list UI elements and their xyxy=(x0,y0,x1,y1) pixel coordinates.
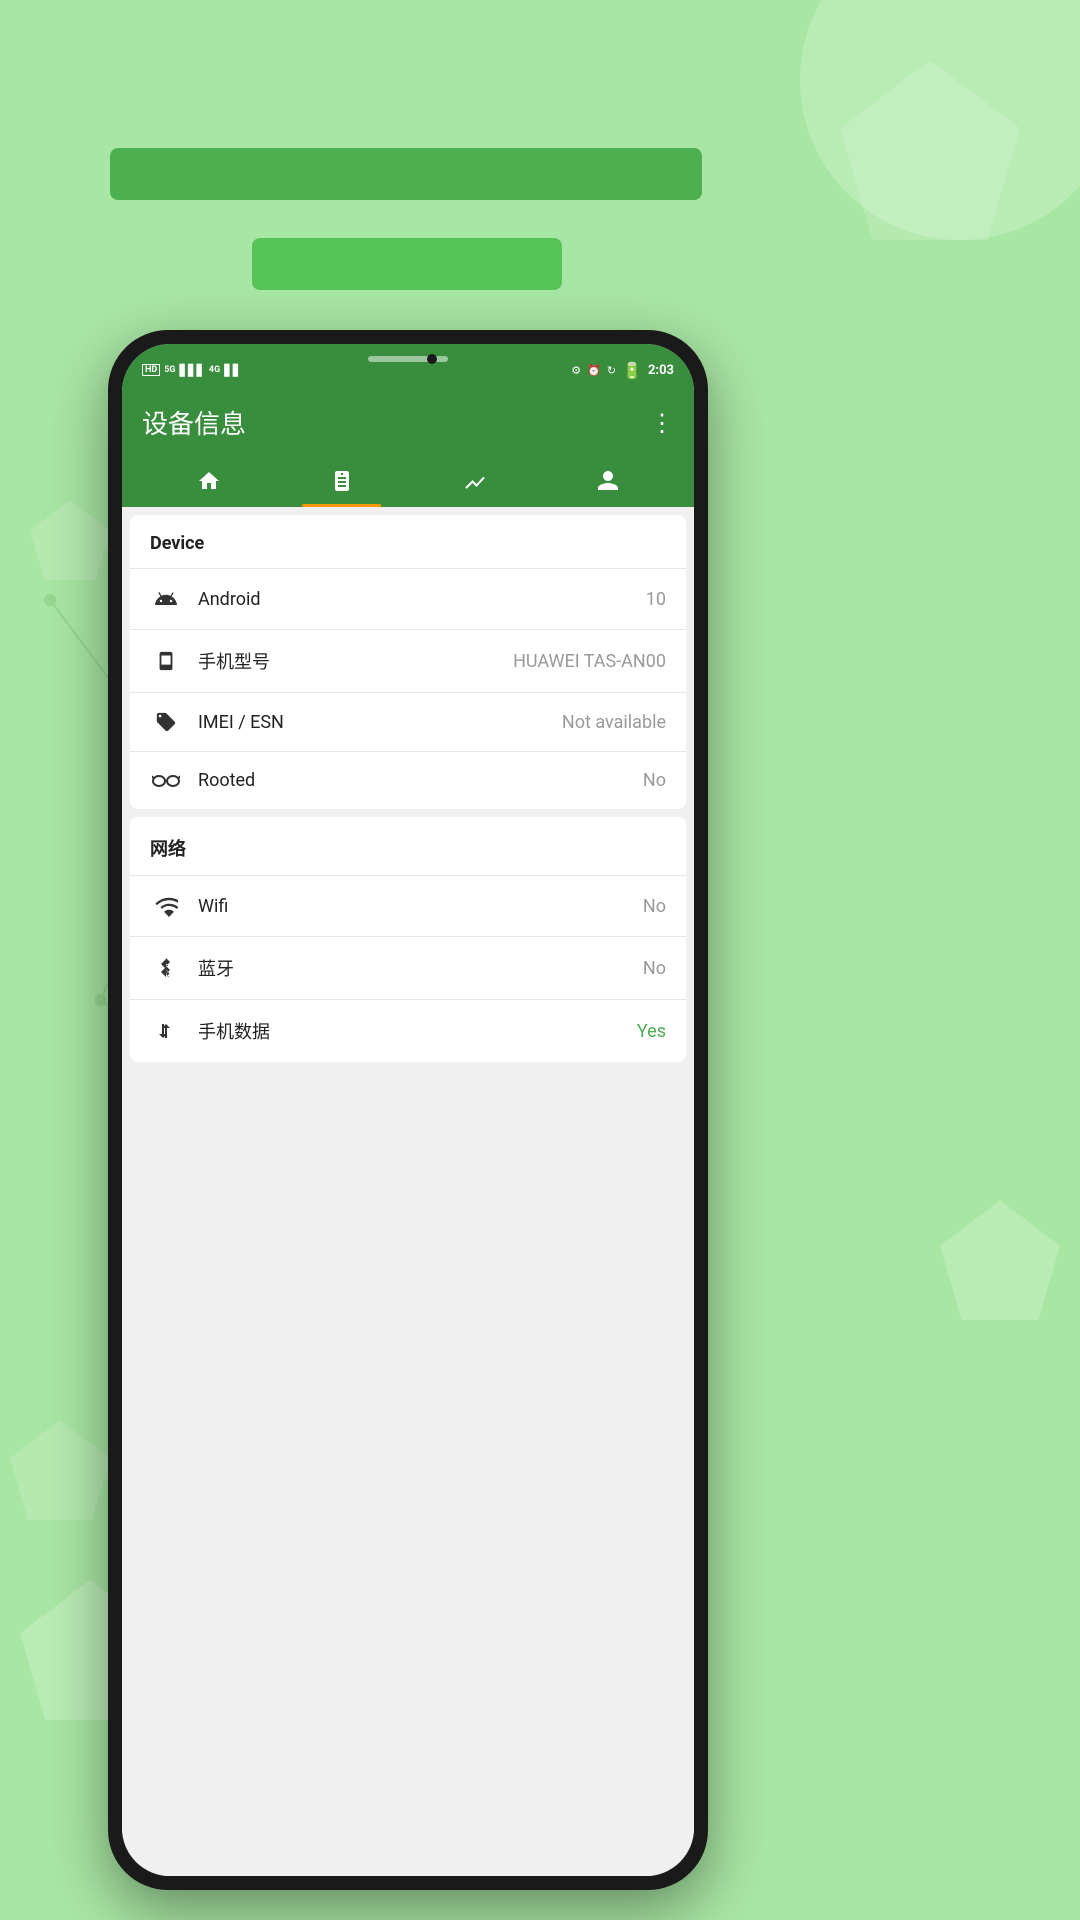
phone-screen: HD 5G ▋▋▋ 4G ▋▋ ⚙ ⏰ ↻ 🔋 2:03 设备信息 ⋮ xyxy=(122,344,694,1876)
android-label: Android xyxy=(198,589,646,610)
android-row: Android 10 xyxy=(130,568,686,629)
app-title-row: 设备信息 ⋮ xyxy=(142,404,674,441)
wifi-icon xyxy=(150,894,182,918)
person-icon xyxy=(596,469,620,499)
rooted-row: Rooted No xyxy=(130,751,686,809)
tab-home[interactable] xyxy=(142,457,275,507)
bluetooth-value: No xyxy=(643,958,666,979)
device-section-header: Device xyxy=(130,515,686,568)
wifi-row: Wifi No xyxy=(130,875,686,936)
status-bar: HD 5G ▋▋▋ 4G ▋▋ ⚙ ⏰ ↻ 🔋 2:03 xyxy=(122,344,694,388)
network-section-header: 网络 xyxy=(130,817,686,875)
tab-chart[interactable] xyxy=(408,457,541,507)
status-right: ⚙ ⏰ ↻ 🔋 2:03 xyxy=(571,353,674,380)
mobile-data-label: 手机数据 xyxy=(198,1018,637,1044)
app-header: 设备信息 ⋮ xyxy=(122,388,694,507)
more-menu-icon[interactable]: ⋮ xyxy=(650,409,674,437)
wifi-label: Wifi xyxy=(198,896,643,917)
bluetooth-row: 蓝牙 No xyxy=(130,936,686,999)
android-icon xyxy=(150,587,182,611)
battery-icon: 🔋 xyxy=(622,361,642,380)
imei-row: IMEI / ESN Not available xyxy=(130,692,686,751)
wifi-value: No xyxy=(643,896,666,917)
tab-bar xyxy=(142,457,674,507)
phone-tab-icon xyxy=(330,469,354,499)
top-bar-2 xyxy=(252,238,562,290)
tag-icon xyxy=(150,711,182,733)
status-left: HD 5G ▋▋▋ 4G ▋▋ xyxy=(142,356,241,377)
android-value: 10 xyxy=(646,589,666,610)
rooted-label: Rooted xyxy=(198,770,643,791)
tab-person[interactable] xyxy=(541,457,674,507)
chart-icon xyxy=(463,469,487,499)
rooted-value: No xyxy=(643,770,666,791)
model-value: HUAWEI TAS-AN00 xyxy=(513,651,666,672)
bluetooth-icon xyxy=(150,956,182,980)
app-title: 设备信息 xyxy=(142,404,246,441)
model-label: 手机型号 xyxy=(198,648,513,674)
mobile-data-icon xyxy=(150,1019,182,1043)
status-time: 2:03 xyxy=(648,363,674,378)
model-row: 手机型号 HUAWEI TAS-AN00 xyxy=(130,629,686,692)
camera-dot xyxy=(427,354,437,364)
network-4g: 4G xyxy=(209,365,220,375)
sync-icon: ↻ xyxy=(607,364,616,377)
imei-label: IMEI / ESN xyxy=(198,712,562,733)
alarm-icon: ⏰ xyxy=(587,364,601,377)
top-bar-1 xyxy=(110,148,702,200)
home-icon xyxy=(197,469,221,499)
phone-model-icon xyxy=(150,650,182,672)
network-section: 网络 Wifi No xyxy=(130,817,686,1062)
bluetooth-label: 蓝牙 xyxy=(198,955,643,981)
mobile-data-value: Yes xyxy=(637,1021,666,1042)
settings-status-icon: ⚙ xyxy=(571,364,581,377)
tab-phone[interactable] xyxy=(275,457,408,507)
phone-frame: HD 5G ▋▋▋ 4G ▋▋ ⚙ ⏰ ↻ 🔋 2:03 设备信息 ⋮ xyxy=(108,330,708,1890)
mobile-data-row: 手机数据 Yes xyxy=(130,999,686,1062)
device-section: Device Android 10 xyxy=(130,515,686,809)
scroll-content[interactable]: Device Android 10 xyxy=(122,507,694,1876)
imei-value: Not available xyxy=(562,712,666,733)
hd-icon: HD xyxy=(142,364,160,376)
glasses-icon xyxy=(150,773,182,789)
signal-bars-1: ▋▋▋ xyxy=(180,364,205,377)
network-5g: 5G xyxy=(164,365,175,375)
signal-bars-2: ▋▋ xyxy=(224,364,241,377)
